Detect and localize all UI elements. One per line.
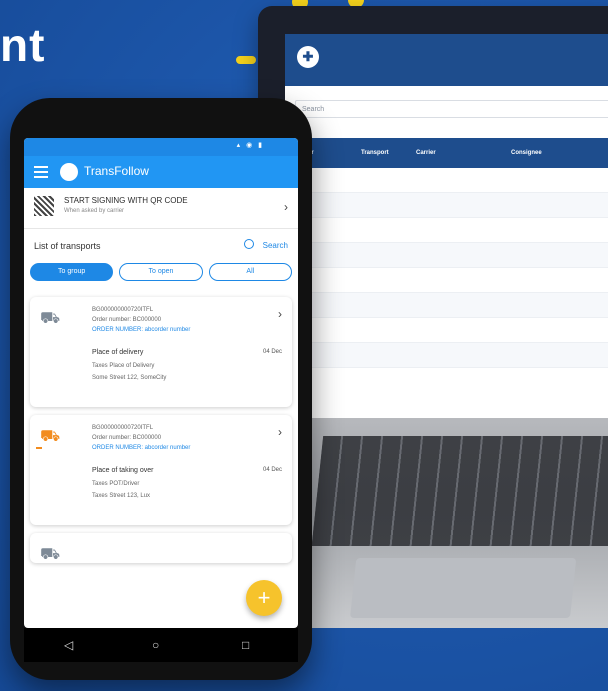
home-icon[interactable]: ○ [152, 638, 159, 652]
column-header[interactable]: Consignee [505, 138, 585, 168]
filter-to-open[interactable]: To open [119, 263, 203, 281]
table-row[interactable] [285, 243, 608, 268]
table-row[interactable] [285, 293, 608, 318]
table-row[interactable] [285, 218, 608, 243]
back-icon[interactable]: ◁ [64, 638, 73, 652]
trackpad [350, 558, 577, 618]
headline: nt [0, 19, 46, 71]
app-title: TransFollow [84, 164, 149, 178]
filter-all[interactable]: All [208, 263, 292, 281]
app-bar: TransFollow [24, 156, 298, 188]
place-address: Some Street 122, SomeCity [92, 375, 167, 381]
laptop-keyboard [288, 418, 608, 628]
order-number: Order number: BC000000 [92, 317, 162, 323]
status-icons: ▴ ◉ ▮ [236, 142, 264, 149]
table-header: Number Transport Carrier Consignee [285, 138, 608, 168]
transport-table: Number Transport Carrier Consignee [285, 138, 608, 368]
list-title: List of transports [34, 241, 101, 251]
android-nav-bar: ◁ ○ □ [24, 628, 298, 662]
table-row[interactable] [285, 268, 608, 293]
laptop-screen: ✚ Search Number Transport Carrier Consig… [285, 34, 608, 419]
signing-subtitle: When asked by carrier [64, 208, 125, 214]
search-input[interactable]: Search [295, 100, 608, 118]
phone-screen: ▴ ◉ ▮ TransFollow START SIGNING WITH QR … [24, 138, 298, 628]
qr-code-icon [34, 196, 54, 216]
place-address: Taxes Street 123, Lux [92, 493, 151, 499]
signing-title: START SIGNING WITH QR CODE [64, 196, 188, 205]
table-row[interactable] [285, 318, 608, 343]
truck-icon: ⛟ [40, 546, 61, 563]
truck-icon: ⛟ [40, 428, 61, 445]
chevron-right-icon: › [278, 425, 282, 439]
app-logo-icon [60, 163, 78, 181]
chevron-right-icon: › [284, 200, 288, 214]
table-row[interactable] [285, 343, 608, 368]
status-badge [36, 447, 42, 449]
card-date: 04 Dec [262, 349, 282, 355]
place-label: Place of delivery [92, 349, 144, 356]
order-number: Order number: BC000000 [92, 435, 162, 441]
table-row[interactable] [285, 193, 608, 218]
place-name: Taxes Place of Delivery [92, 363, 155, 369]
decor-dash [236, 56, 256, 64]
recents-icon[interactable]: □ [242, 638, 249, 652]
filter-tabs: To group To open All [24, 263, 298, 289]
logo-icon: ✚ [297, 46, 319, 68]
transport-number: BG000000000720ITFL [92, 425, 154, 431]
menu-icon[interactable] [34, 166, 48, 181]
add-fab-button[interactable]: + [246, 580, 282, 616]
status-bar: ▴ ◉ ▮ [24, 138, 298, 156]
card-date: 04 Dec [262, 467, 282, 473]
order-reference: ORDER NUMBER: abcorder number [92, 445, 191, 451]
keyboard-keys [311, 436, 608, 546]
transport-card[interactable]: ⛟ › BG000000000720ITFL Order number: BC0… [30, 415, 292, 525]
search-button[interactable]: Search [263, 241, 288, 250]
column-header[interactable]: Carrier [410, 138, 505, 168]
transport-card[interactable]: ⛟ › BG000000000720ITFL Order number: BC0… [30, 297, 292, 407]
qr-signing-row[interactable]: START SIGNING WITH QR CODE When asked by… [24, 188, 298, 229]
chevron-right-icon: › [278, 307, 282, 321]
truck-icon: ⛟ [40, 310, 61, 327]
place-label: Place of taking over [92, 467, 154, 474]
place-name: Taxes POT/Driver [92, 481, 140, 487]
order-reference: ORDER NUMBER: abcorder number [92, 327, 191, 333]
search-icon[interactable] [244, 239, 254, 249]
column-header[interactable]: Transport [355, 138, 410, 168]
list-header: List of transports Search [24, 229, 298, 263]
transport-number: BG000000000720ITFL [92, 307, 154, 313]
table-row[interactable] [285, 168, 608, 193]
filter-to-group[interactable]: To group [30, 263, 114, 281]
laptop-header: ✚ [285, 34, 608, 86]
transport-card[interactable]: ⛟ [30, 533, 292, 563]
